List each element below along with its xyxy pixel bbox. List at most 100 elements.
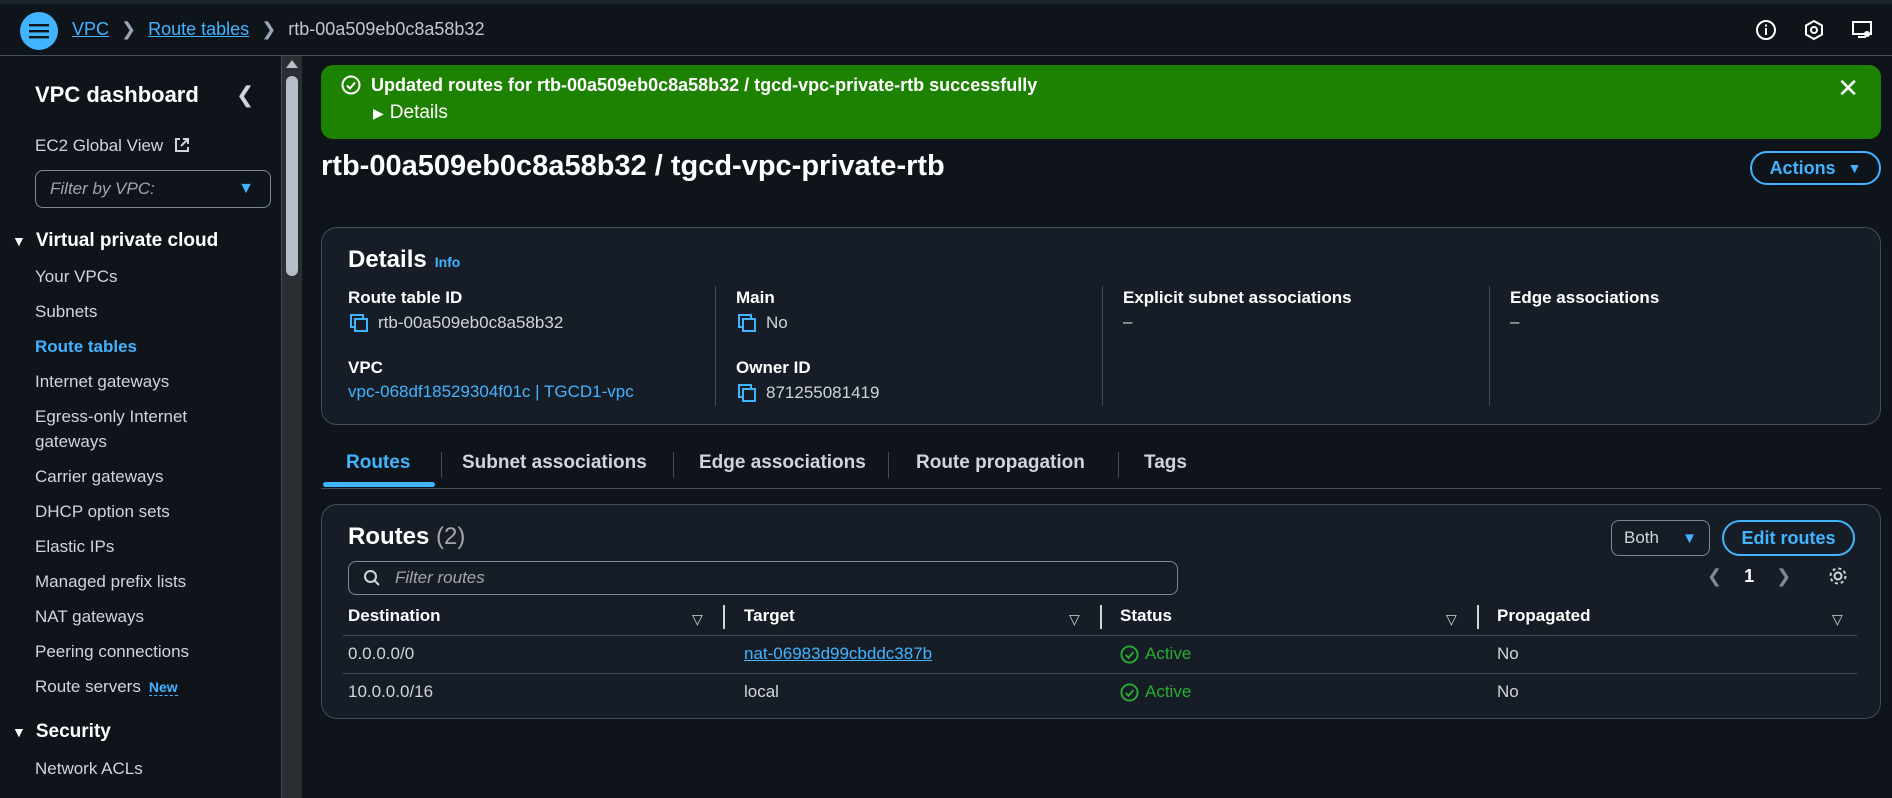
routes-heading-text: Routes [348, 523, 430, 550]
route-propagated: No [1497, 682, 1519, 701]
tab-subnet-associations[interactable]: Subnet associations [462, 452, 647, 474]
breadcrumb-vpc[interactable]: VPC [72, 19, 109, 40]
details-heading-text: Details [348, 246, 427, 273]
sort-caret-icon[interactable]: ▽ [1069, 611, 1080, 628]
breadcrumb-route-tables[interactable]: Route tables [148, 19, 249, 40]
flash-details-label: Details [389, 102, 448, 123]
display-settings-icon[interactable] [1850, 18, 1874, 42]
page-title: rtb-00a509eb0c8a58b32 / tgcd-vpc-private… [321, 150, 945, 182]
filter-by-vpc-placeholder: Filter by VPC: [50, 179, 155, 198]
scroll-up-arrow[interactable] [286, 60, 298, 68]
column-resizer[interactable] [1100, 605, 1102, 629]
sidebar-item-elastic-ips[interactable]: Elastic IPs [35, 534, 114, 559]
ec2-global-view-link[interactable]: EC2 Global View [35, 136, 190, 156]
menu-icon[interactable] [20, 12, 58, 50]
actions-button[interactable]: Actions ▼ [1750, 151, 1881, 185]
column-header-status[interactable]: Status [1120, 606, 1172, 626]
copy-icon[interactable] [348, 312, 370, 334]
sidebar-item-managed-prefix-lists[interactable]: Managed prefix lists [35, 569, 186, 594]
success-flash-message: Updated routes for rtb-00a509eb0c8a58b32… [321, 65, 1881, 139]
route-filter-select[interactable]: Both ▼ [1611, 520, 1710, 556]
sidebar-item-nat-gateways[interactable]: NAT gateways [35, 604, 144, 629]
sidebar-scrollbar[interactable] [282, 56, 302, 798]
page-number[interactable]: 1 [1744, 566, 1754, 587]
gear-icon[interactable] [1827, 565, 1849, 592]
chevron-right-icon[interactable]: ❯ [1776, 566, 1791, 587]
sidebar-item-carrier-gateways[interactable]: Carrier gateways [35, 464, 164, 489]
route-target-link[interactable]: nat-06983d99cbddc387b [744, 644, 932, 664]
caret-down-icon: ▼ [1847, 160, 1862, 176]
copy-icon[interactable] [736, 312, 758, 334]
tab-divider [441, 452, 442, 478]
info-icon[interactable] [1754, 18, 1778, 42]
owner-id-text: 871255081419 [766, 383, 880, 402]
caret-right-icon: ▶ [373, 105, 384, 121]
tab-route-propagation[interactable]: Route propagation [916, 452, 1085, 474]
filter-routes-input[interactable]: Filter routes [348, 561, 1178, 595]
section-security[interactable]: ▼ Security [12, 721, 111, 743]
flash-details-toggle[interactable]: ▶ Details [373, 102, 448, 124]
route-destination: 10.0.0.0/16 [348, 682, 434, 701]
breadcrumb-current: rtb-00a509eb0c8a58b32 [288, 19, 485, 39]
sort-caret-icon[interactable]: ▽ [1832, 611, 1843, 628]
column-resizer[interactable] [1477, 605, 1479, 629]
sidebar: VPC dashboard ❮ EC2 Global View Filter b… [0, 56, 282, 798]
sidebar-item-subnets[interactable]: Subnets [35, 299, 97, 324]
sort-caret-icon[interactable]: ▽ [692, 611, 703, 628]
close-icon[interactable]: ✕ [1837, 73, 1859, 104]
section-virtual-private-cloud[interactable]: ▼ Virtual private cloud [12, 230, 218, 252]
explicit-subnet-associations-value: – [1123, 312, 1133, 331]
search-icon [363, 569, 381, 592]
chevron-left-icon[interactable]: ❮ [1707, 566, 1722, 587]
sidebar-item-egress-only-internet-gateways[interactable]: Egress-only Internet gateways [35, 404, 187, 454]
filter-by-vpc-select[interactable]: Filter by VPC: ▼ [35, 170, 271, 208]
sidebar-title: VPC dashboard [35, 82, 199, 107]
copy-icon[interactable] [736, 382, 758, 404]
info-link[interactable]: Info [435, 254, 461, 270]
sidebar-item-internet-gateways[interactable]: Internet gateways [35, 369, 169, 394]
owner-id-value: 871255081419 [736, 382, 879, 404]
edit-routes-button[interactable]: Edit routes [1722, 520, 1855, 556]
sidebar-item-your-vpcs[interactable]: Your VPCs [35, 264, 118, 289]
edge-associations-label: Edge associations [1510, 288, 1660, 307]
active-tab-indicator [323, 482, 435, 487]
sidebar-item-dhcp-option-sets[interactable]: DHCP option sets [35, 499, 170, 524]
table-divider [343, 673, 1857, 674]
scrollbar-thumb[interactable] [286, 76, 298, 276]
route-status-text: Active [1145, 682, 1192, 701]
breadcrumb: VPC ❯ Route tables ❯ rtb-00a509eb0c8a58b… [72, 19, 484, 40]
column-header-propagated[interactable]: Propagated [1497, 606, 1591, 626]
sidebar-item-route-tables[interactable]: Route tables [35, 334, 137, 359]
cloudshell-icon[interactable] [1802, 18, 1826, 42]
column-resizer[interactable] [723, 605, 725, 629]
sidebar-item-label: Egress-only Internet [35, 407, 188, 426]
column-header-destination[interactable]: Destination [348, 606, 441, 626]
flash-message-text: Updated routes for rtb-00a509eb0c8a58b32… [371, 75, 1038, 95]
chevron-right-icon: ❯ [121, 19, 137, 39]
success-check-icon [1120, 644, 1139, 664]
details-heading: Details Info [348, 246, 460, 274]
top-navigation-bar: VPC ❯ Route tables ❯ rtb-00a509eb0c8a58b… [0, 0, 1892, 56]
sort-caret-icon[interactable]: ▽ [1446, 611, 1457, 628]
tab-tags[interactable]: Tags [1144, 452, 1187, 474]
tab-routes[interactable]: Routes [346, 452, 410, 474]
route-status: Active [1120, 682, 1191, 702]
sidebar-item-peering-connections[interactable]: Peering connections [35, 639, 189, 664]
routes-panel: Routes (2) Both ▼ Edit routes Filter rou… [321, 504, 1881, 719]
section-label: Security [35, 721, 111, 742]
column-header-target[interactable]: Target [744, 606, 795, 626]
caret-down-icon: ▼ [1682, 530, 1697, 547]
vpc-link[interactable]: vpc-068df18529304f01c | TGCD1-vpc [348, 382, 634, 402]
chevron-left-icon[interactable]: ❮ [236, 82, 254, 108]
route-table-id-text: rtb-00a509eb0c8a58b32 [378, 313, 564, 332]
route-status-text: Active [1145, 644, 1192, 663]
explicit-subnet-associations-label: Explicit subnet associations [1123, 288, 1352, 307]
pagination: ❮ 1 ❯ [1707, 566, 1791, 587]
tab-edge-associations[interactable]: Edge associations [699, 452, 866, 474]
sidebar-item-route-servers[interactable]: Route servers New [35, 674, 178, 700]
column-divider [1102, 286, 1103, 406]
main-text: No [766, 313, 788, 332]
column-divider [1489, 286, 1490, 406]
route-propagated: No [1497, 644, 1519, 663]
sidebar-item-network-acls[interactable]: Network ACLs [35, 756, 143, 781]
